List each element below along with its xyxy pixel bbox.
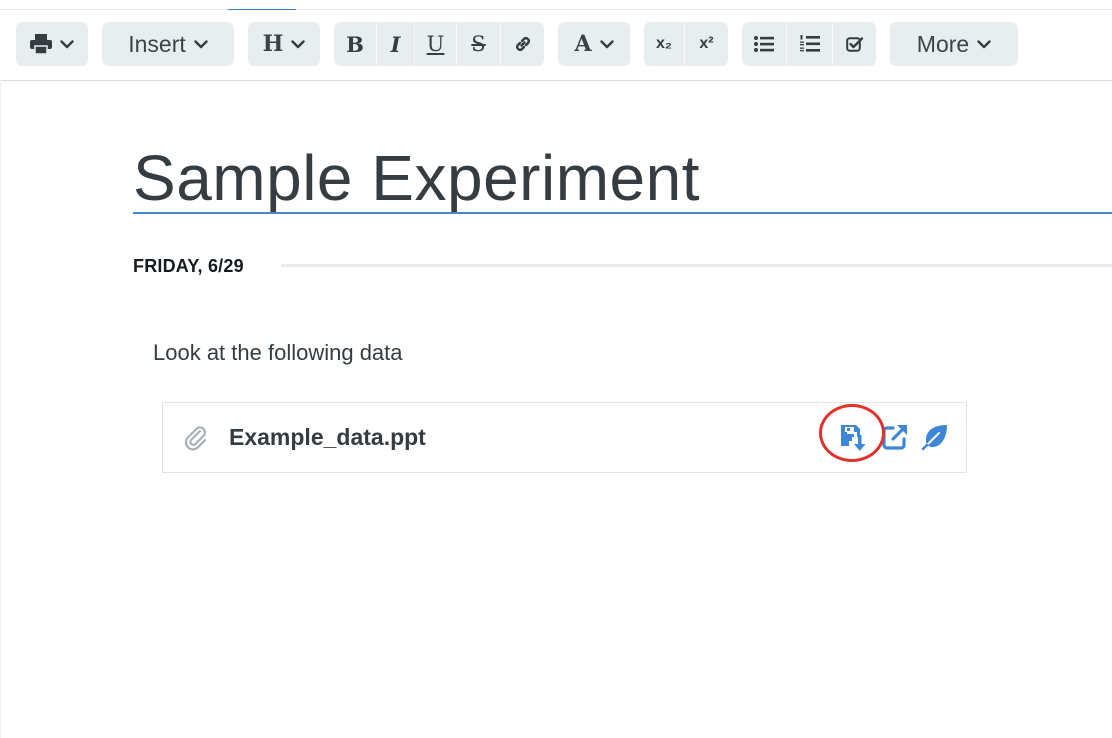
script-group: x₂ x² — [644, 22, 728, 66]
superscript-label: x² — [699, 35, 714, 52]
heading-menu-button[interactable]: H — [248, 22, 320, 66]
bold-button[interactable]: B — [334, 22, 376, 66]
checklist-button[interactable] — [832, 22, 876, 66]
subscript-button[interactable]: x₂ — [644, 22, 684, 66]
italic-label: I — [390, 31, 401, 57]
print-group — [16, 22, 88, 66]
more-label: More — [916, 30, 970, 57]
date-divider — [281, 264, 1112, 267]
editor-toolbar: Insert H B I U S A x₂ x² More — [0, 10, 1112, 81]
numbered-list-icon — [799, 35, 820, 52]
subscript-label: x₂ — [655, 35, 672, 52]
insert-group: Insert — [102, 22, 234, 66]
underline-button[interactable]: U — [414, 22, 456, 66]
chevron-down-icon — [977, 39, 991, 48]
chevron-down-icon — [194, 39, 208, 48]
bullet-list-icon — [754, 36, 774, 52]
save-download-icon[interactable] — [840, 423, 868, 457]
paperclip-icon — [183, 425, 209, 455]
chevron-down-icon — [60, 39, 74, 48]
font-color-button[interactable]: A — [558, 22, 630, 66]
bold-label: B — [346, 31, 364, 57]
body-paragraph[interactable]: Look at the following data — [153, 340, 403, 366]
leaf-icon[interactable] — [921, 423, 949, 455]
superscript-button[interactable]: x² — [684, 22, 728, 66]
print-button[interactable] — [16, 22, 88, 66]
numbered-list-button[interactable] — [786, 22, 832, 66]
underline-label: U — [426, 32, 445, 56]
page-left-edge — [0, 80, 1, 738]
chevron-down-icon — [291, 39, 306, 48]
more-menu-button[interactable]: More — [890, 22, 1018, 66]
link-button[interactable] — [500, 22, 544, 66]
date-heading: FRIDAY, 6/29 — [133, 256, 244, 276]
checkbox-icon — [845, 37, 863, 52]
strikethrough-label: S — [471, 32, 486, 56]
title-underline — [133, 212, 1112, 214]
italic-button[interactable]: I — [376, 22, 414, 66]
page-title[interactable]: Sample Experiment — [133, 140, 700, 216]
heading-group: H — [248, 22, 320, 66]
insert-label: Insert — [128, 30, 186, 57]
strikethrough-button[interactable]: S — [456, 22, 500, 66]
list-group — [742, 22, 876, 66]
chevron-down-icon — [599, 39, 614, 48]
heading-label: H — [262, 31, 284, 57]
insert-menu-button[interactable]: Insert — [102, 22, 234, 66]
link-icon — [515, 37, 530, 51]
more-group: More — [890, 22, 1018, 66]
printer-icon — [30, 34, 52, 54]
top-divider — [0, 0, 1112, 10]
font-color-group: A — [558, 22, 630, 66]
bullet-list-button[interactable] — [742, 22, 786, 66]
attachment-card: Example_data.ppt — [162, 402, 967, 473]
open-external-icon[interactable] — [881, 423, 909, 455]
attachment-file-name[interactable]: Example_data.ppt — [229, 424, 426, 451]
formatting-group: B I U S — [334, 22, 544, 66]
font-color-label: A — [574, 31, 592, 57]
